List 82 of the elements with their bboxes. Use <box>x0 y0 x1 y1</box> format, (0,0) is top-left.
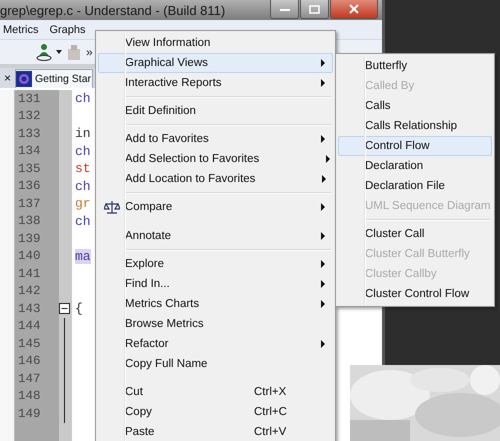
minimize-button[interactable] <box>270 0 299 19</box>
app-logo-icon <box>16 71 32 87</box>
submenu-arrow-icon <box>321 340 325 348</box>
code-text: ma <box>75 248 91 264</box>
code-text: ch <box>75 91 91 106</box>
person-icon <box>36 43 52 61</box>
code-text: { <box>75 301 83 316</box>
line-number: 133 <box>18 126 41 141</box>
printer-icon <box>66 44 82 60</box>
submenu-item[interactable]: Butterfly <box>338 56 492 76</box>
code-text: ch <box>75 144 91 159</box>
submenu-item[interactable]: Declaration <box>338 156 492 176</box>
line-number: 139 <box>18 232 41 246</box>
context-menu-item[interactable]: Compare <box>98 197 333 217</box>
line-number: 149 <box>18 406 41 421</box>
context-menu-item[interactable]: Copy Full Name <box>98 354 333 374</box>
context-menu-item[interactable]: Metrics Charts <box>98 294 333 314</box>
line-number: 140 <box>18 249 41 264</box>
menu-item[interactable]: Metrics <box>0 24 42 36</box>
submenu-arrow-icon <box>321 135 325 143</box>
context-menu-item[interactable]: Graphical Views <box>98 53 333 73</box>
submenu-item[interactable]: Declaration File <box>338 176 492 196</box>
context-menu-item[interactable]: Find In... <box>98 274 333 294</box>
code-text: ch <box>75 178 91 194</box>
submenu-item[interactable]: Control Flow <box>338 136 492 156</box>
context-menu-item[interactable]: Cut Ctrl+X <box>98 382 333 402</box>
submenu-arrow-icon <box>322 175 326 183</box>
submenu-item[interactable]: Calls Relationship <box>338 116 492 136</box>
window-title: grep\egrep.c - Understand - (Build 811) <box>0 2 226 18</box>
line-number: 144 <box>18 319 41 334</box>
close-icon <box>349 4 359 14</box>
line-number: 131 <box>18 92 41 106</box>
code-text: in <box>75 126 91 142</box>
line-number: 138 <box>18 214 41 228</box>
line-number: 141 <box>18 266 41 281</box>
context-menu-item[interactable]: Copy Ctrl+C <box>98 402 333 422</box>
submenu-arrow-icon <box>321 280 325 288</box>
context-menu-item[interactable]: Interactive Reports <box>98 73 333 93</box>
submenu-arrow-icon <box>321 232 325 240</box>
submenu-arrow-icon <box>321 260 325 268</box>
submenu-arrow-icon <box>326 155 330 163</box>
line-number: 134 <box>18 144 41 158</box>
context-menu-item[interactable]: Add to Favorites <box>98 129 333 149</box>
code-text: st <box>75 161 91 176</box>
line-number: 132 <box>18 109 41 124</box>
line-number: 145 <box>18 336 41 351</box>
scale-icon <box>104 200 120 214</box>
context-menu-item[interactable]: Browse Metrics <box>98 314 333 334</box>
context-menu-item[interactable]: Explore <box>98 254 333 274</box>
line-number: 136 <box>18 179 41 194</box>
line-number: 137 <box>18 196 41 211</box>
toolbar-overflow[interactable]: » <box>86 45 93 59</box>
submenu-arrow-icon <box>321 300 325 308</box>
line-number: 142 <box>18 284 41 298</box>
context-menu-item[interactable]: Refactor <box>98 334 333 354</box>
submenu-item[interactable]: Calls <box>338 96 492 116</box>
submenu-arrow-icon <box>321 203 325 211</box>
line-number: 143 <box>18 302 41 316</box>
dropdown-caret-icon <box>56 50 62 54</box>
context-menu-item[interactable]: Add Location to Favorites <box>98 169 333 189</box>
line-number: 148 <box>18 389 41 404</box>
editor-tab[interactable]: Getting Star <box>15 69 93 88</box>
close-button[interactable] <box>330 0 378 19</box>
submenu-arrow-icon <box>321 59 325 67</box>
submenu-arrow-icon <box>321 79 325 87</box>
maximize-button[interactable] <box>300 0 329 19</box>
context-menu-item[interactable]: Edit Definition <box>98 101 333 121</box>
line-number: 146 <box>18 354 41 368</box>
code-text: gr <box>75 196 91 212</box>
menu-item[interactable]: Graphs <box>46 24 89 36</box>
context-menu-item[interactable]: Annotate <box>98 226 333 246</box>
minimize-icon <box>280 6 290 12</box>
context-menu-item[interactable]: View Information <box>98 33 333 53</box>
submenu-item[interactable]: Cluster Call <box>338 224 492 244</box>
line-number: 135 <box>18 162 41 176</box>
close-tab-button[interactable]: × <box>0 71 15 85</box>
code-text: ch <box>75 214 91 229</box>
context-menu-item[interactable]: Add Selection to Favorites <box>98 149 333 169</box>
line-number: 147 <box>18 372 41 386</box>
context-menu-item[interactable]: Paste Ctrl+V <box>98 422 333 441</box>
maximize-icon <box>309 4 320 14</box>
submenu-item[interactable]: Cluster Control Flow <box>338 284 492 304</box>
